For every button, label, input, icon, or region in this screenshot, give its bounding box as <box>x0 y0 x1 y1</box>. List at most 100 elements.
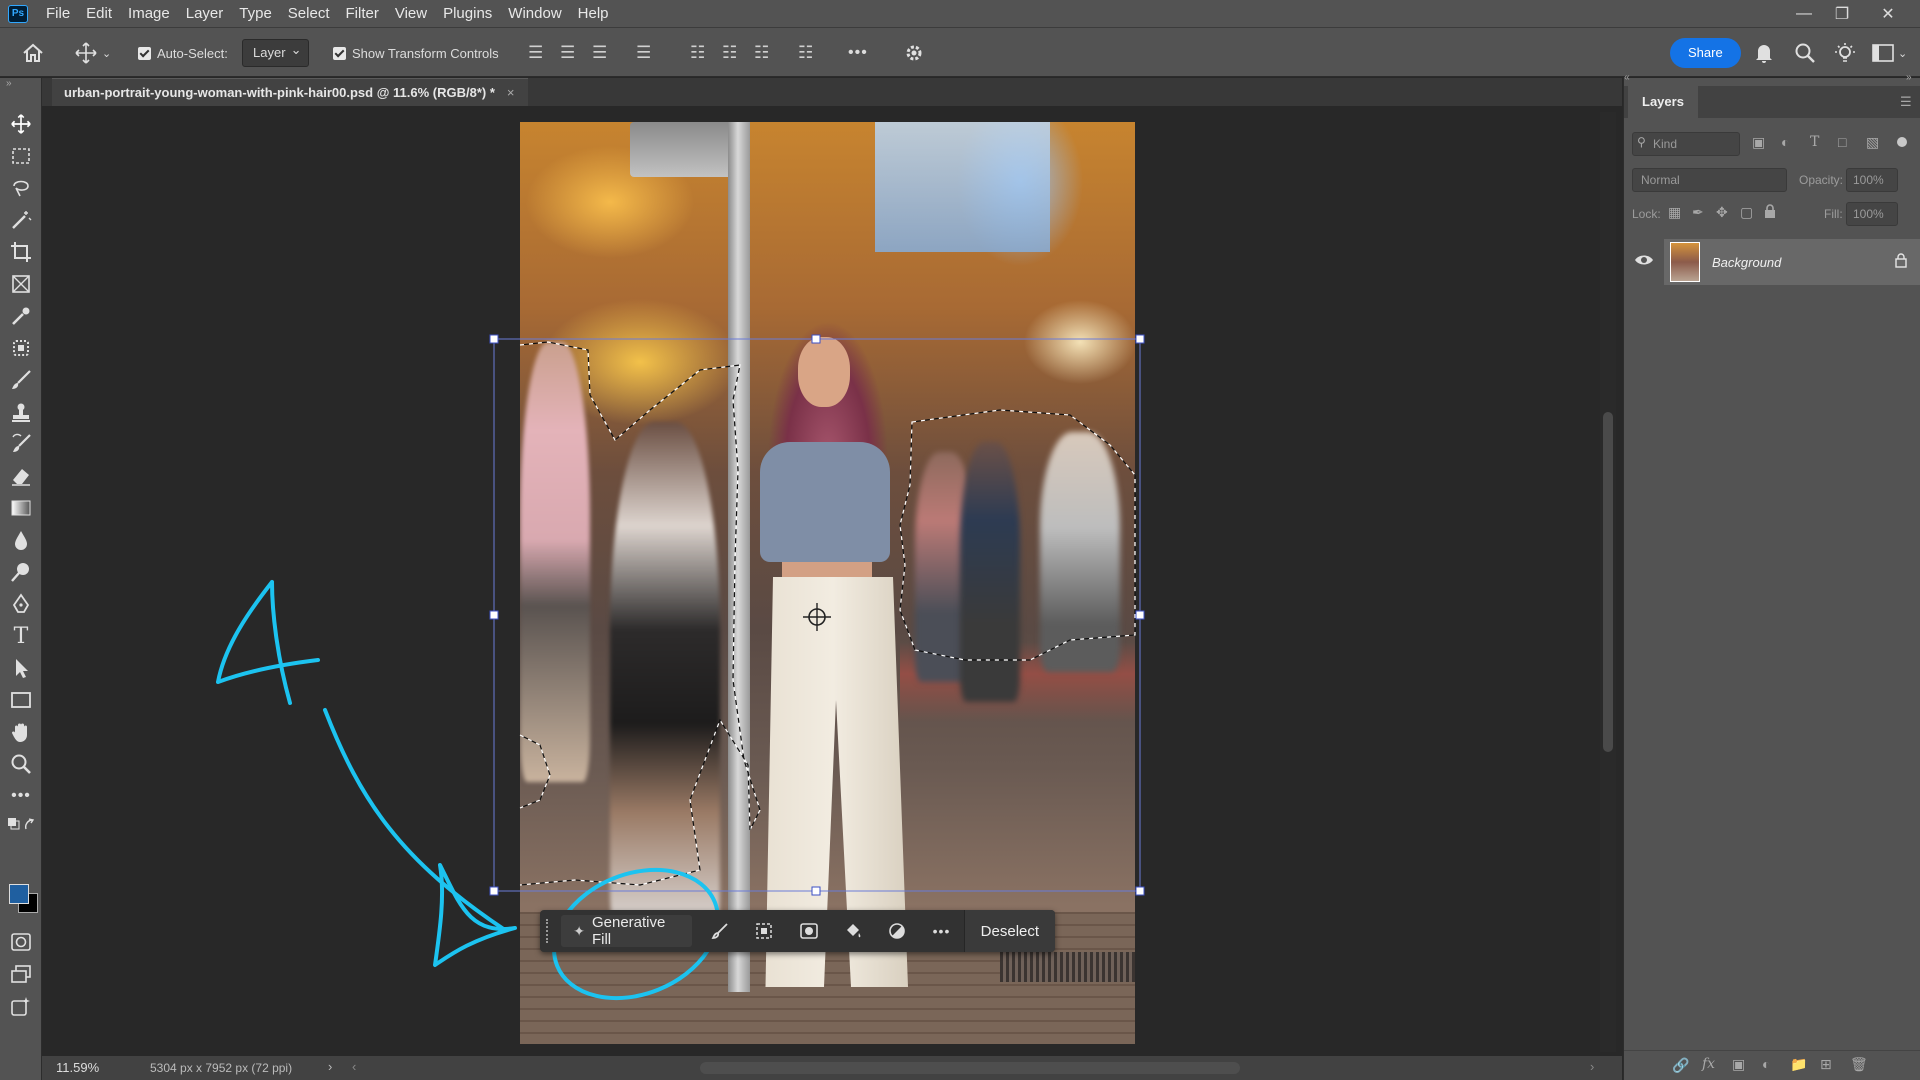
zoom-level[interactable]: 11.59% <box>56 1060 99 1075</box>
dodge-tool-icon[interactable] <box>6 558 36 586</box>
link-layers-icon[interactable]: 🔗 <box>1672 1057 1689 1074</box>
pen-tool-icon[interactable] <box>6 590 36 618</box>
marquee-tool-icon[interactable] <box>6 142 36 170</box>
home-icon[interactable] <box>22 28 44 78</box>
lock-transparent-pixels-icon[interactable]: ▦ <box>1668 204 1681 221</box>
swap-colors-icon[interactable] <box>6 814 36 834</box>
zoom-tool-icon[interactable] <box>6 750 36 778</box>
checkbox-checked-icon[interactable] <box>138 46 151 60</box>
filter-toggle-icon[interactable] <box>1897 137 1907 147</box>
vertical-scrollbar[interactable] <box>1600 112 1616 1052</box>
modify-selection-brush-icon[interactable] <box>698 910 742 952</box>
menu-view[interactable]: View <box>387 0 435 27</box>
menu-layer[interactable]: Layer <box>178 0 232 27</box>
minimize-icon[interactable]: — <box>1784 0 1824 27</box>
align-left-icon[interactable]: ☰ <box>528 28 543 78</box>
document-tab[interactable]: urban-portrait-young-woman-with-pink-hai… <box>52 78 529 106</box>
lock-position-icon[interactable]: ✥ <box>1716 204 1728 221</box>
adjustment-layer-icon[interactable] <box>875 910 919 952</box>
frame-tool-icon[interactable] <box>6 270 36 298</box>
new-adjustment-layer-icon[interactable]: ◐ <box>1762 1056 1770 1072</box>
history-brush-tool-icon[interactable] <box>6 430 36 458</box>
align-center-icon[interactable]: ☰ <box>560 28 575 78</box>
fill-selection-icon[interactable] <box>831 910 875 952</box>
distribute-horizontal-icon[interactable]: ☷ <box>798 28 813 78</box>
menu-image[interactable]: Image <box>120 0 178 27</box>
gradient-tool-icon[interactable] <box>6 494 36 522</box>
layer-row-background[interactable]: Background <box>1664 239 1920 285</box>
filter-pixel-icon[interactable]: ▣ <box>1752 134 1765 151</box>
eye-icon[interactable] <box>1634 253 1654 272</box>
lock-image-pixels-icon[interactable]: ✒ <box>1692 204 1704 221</box>
drag-handle-icon[interactable] <box>546 919 557 943</box>
layer-filter-dropdown[interactable]: Kind <box>1632 132 1740 156</box>
eyedropper-tool-icon[interactable] <box>6 302 36 330</box>
scroll-left-icon[interactable]: ‹ <box>352 1059 356 1074</box>
menu-select[interactable]: Select <box>280 0 338 27</box>
edit-toolbar-icon[interactable]: ••• <box>6 782 36 810</box>
screen-mode-icon[interactable] <box>6 960 36 988</box>
fill-input[interactable]: 100% <box>1846 202 1898 226</box>
close-window-icon[interactable]: ✕ <box>1868 0 1908 27</box>
close-tab-icon[interactable]: × <box>507 85 515 100</box>
lightbulb-icon[interactable] <box>1834 28 1856 78</box>
panel-menu-icon[interactable]: ☰ <box>1900 94 1912 110</box>
auto-select-checkbox[interactable]: Auto-Select: <box>138 28 228 78</box>
menu-filter[interactable]: Filter <box>338 0 387 27</box>
rectangle-tool-icon[interactable] <box>6 686 36 714</box>
move-tool-icon[interactable] <box>6 110 36 138</box>
spot-healing-tool-icon[interactable] <box>6 334 36 362</box>
stamp-tool-icon[interactable] <box>6 398 36 426</box>
lock-icon[interactable] <box>1895 253 1907 273</box>
invert-selection-icon[interactable] <box>742 910 786 952</box>
menu-file[interactable]: File <box>38 0 78 27</box>
layers-tab[interactable]: Layers <box>1628 86 1698 118</box>
show-transform-controls-checkbox[interactable]: Show Transform Controls <box>333 28 499 78</box>
align-middle-icon[interactable]: ☷ <box>722 28 737 78</box>
lock-all-icon[interactable] <box>1764 204 1776 221</box>
hand-tool-icon[interactable] <box>6 718 36 746</box>
document-image[interactable] <box>520 122 1135 1044</box>
artboard-generative-icon[interactable] <box>6 992 36 1020</box>
fx-icon[interactable]: fx <box>1702 1056 1715 1072</box>
align-bottom-icon[interactable]: ☷ <box>754 28 769 78</box>
bell-icon[interactable] <box>1754 28 1774 78</box>
checkbox-checked-icon[interactable] <box>333 46 346 60</box>
menu-help[interactable]: Help <box>570 0 617 27</box>
blur-tool-icon[interactable] <box>6 526 36 554</box>
collapse-arrows-icon[interactable]: » <box>1906 72 1912 83</box>
menu-type[interactable]: Type <box>231 0 280 27</box>
horizontal-scroll-thumb[interactable] <box>700 1062 1240 1074</box>
align-top-icon[interactable]: ☷ <box>690 28 705 78</box>
filter-shape-icon[interactable]: □ <box>1838 134 1846 150</box>
share-button[interactable]: Share <box>1670 38 1741 68</box>
chevron-right-icon[interactable]: › <box>328 1059 332 1074</box>
align-right-icon[interactable]: ☰ <box>592 28 607 78</box>
opacity-input[interactable]: 100% <box>1846 168 1898 192</box>
trash-icon[interactable]: 🗑 <box>1850 1056 1868 1073</box>
eraser-tool-icon[interactable] <box>6 462 36 490</box>
brush-tool-icon[interactable] <box>6 366 36 394</box>
path-selection-tool-icon[interactable] <box>6 654 36 682</box>
filter-smart-object-icon[interactable]: ▧ <box>1866 134 1879 151</box>
lock-artboard-icon[interactable]: ▢ <box>1740 204 1753 221</box>
chevron-down-icon[interactable]: ⌄ <box>1898 47 1907 60</box>
type-tool-icon[interactable]: T <box>6 622 36 650</box>
foreground-color-swatch[interactable] <box>9 884 29 904</box>
new-layer-icon[interactable]: ⊞ <box>1820 1056 1832 1073</box>
distribute-vertical-icon[interactable]: ☰ <box>636 28 651 78</box>
menu-plugins[interactable]: Plugins <box>435 0 500 27</box>
auto-select-target-value[interactable]: Layer <box>242 37 309 67</box>
vertical-scroll-thumb[interactable] <box>1603 412 1613 752</box>
blend-mode-dropdown[interactable]: Normal <box>1632 168 1787 192</box>
search-icon[interactable] <box>1794 28 1816 78</box>
scroll-right-icon[interactable]: › <box>1590 1059 1594 1074</box>
menu-edit[interactable]: Edit <box>78 0 120 27</box>
lasso-tool-icon[interactable] <box>6 174 36 202</box>
more-options-button[interactable]: ••• <box>919 910 963 952</box>
deselect-button[interactable]: Deselect <box>963 910 1056 952</box>
color-swatches[interactable] <box>9 884 39 914</box>
expand-arrows-icon[interactable]: » <box>1624 72 1630 83</box>
menu-window[interactable]: Window <box>500 0 569 27</box>
workspace-layout-icon[interactable]: ⌄ <box>1872 28 1907 78</box>
